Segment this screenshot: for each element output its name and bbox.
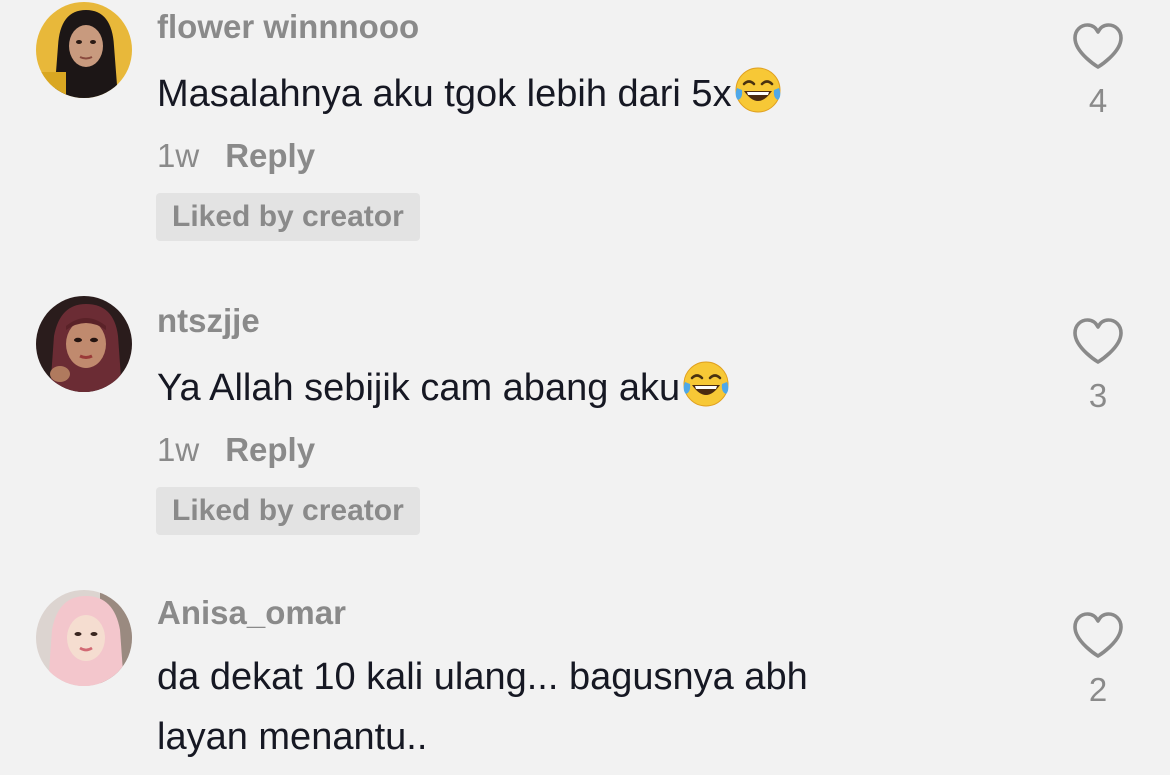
comment-username[interactable]: flower winnnooo <box>157 8 419 46</box>
laughing-tears-emoji-icon <box>735 67 781 113</box>
avatar[interactable] <box>36 590 132 686</box>
comment-username[interactable]: ntszjje <box>157 302 260 340</box>
comment-item: Anisa_omar da dekat 10 kali ulang... bag… <box>0 580 1170 775</box>
avatar[interactable] <box>36 296 132 392</box>
comment-text-line: da dekat 10 kali ulang... bagusnya abh <box>157 656 808 698</box>
like-button[interactable]: 2 <box>1068 611 1128 709</box>
liked-by-creator-badge: Liked by creator <box>156 487 420 535</box>
like-count: 4 <box>1088 82 1108 119</box>
heart-outline-icon <box>1073 23 1123 69</box>
like-count: 2 <box>1088 671 1108 708</box>
like-button[interactable]: 4 <box>1068 22 1128 120</box>
heart-outline-icon <box>1073 318 1123 364</box>
comment-meta: 1w Reply <box>157 431 315 469</box>
comment-text-content: Masalahnya aku tgok lebih dari 5x <box>157 73 732 115</box>
comment-text-content: Ya Allah sebijik cam abang aku <box>157 367 681 409</box>
comment-text: Masalahnya aku tgok lebih dari 5x <box>157 64 1037 124</box>
like-count: 3 <box>1088 377 1108 414</box>
laughing-tears-emoji-icon <box>683 361 729 407</box>
reply-button[interactable]: Reply <box>225 431 315 468</box>
comment-text: Ya Allah sebijik cam abang aku <box>157 358 1037 418</box>
comment-text-line: layan menantu.. <box>157 716 428 758</box>
comment-text: da dekat 10 kali ulang... bagusnya abh l… <box>157 647 1037 767</box>
comment-time: 1w <box>157 137 200 174</box>
comment-item: ntszjje Ya Allah sebijik cam abang aku 1… <box>0 290 1170 580</box>
liked-by-creator-badge: Liked by creator <box>156 193 420 241</box>
comment-username[interactable]: Anisa_omar <box>157 594 346 632</box>
comment-time: 1w <box>157 431 200 468</box>
comment-meta: 1w Reply <box>157 137 315 175</box>
heart-outline-icon <box>1073 612 1123 658</box>
avatar[interactable] <box>36 2 132 98</box>
reply-button[interactable]: Reply <box>225 137 315 174</box>
like-button[interactable]: 3 <box>1068 317 1128 415</box>
comment-item: flower winnnooo Masalahnya aku tgok lebi… <box>0 0 1170 290</box>
